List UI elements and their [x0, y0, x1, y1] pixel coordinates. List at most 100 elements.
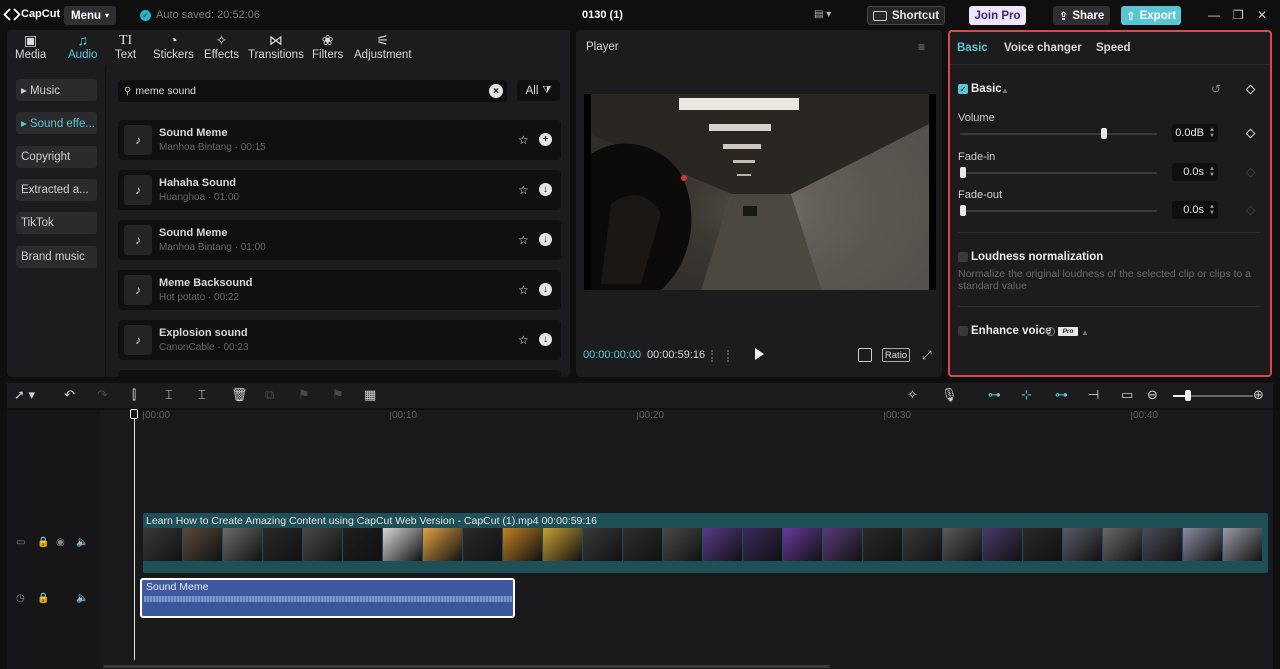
share-button[interactable]: ⇪ Share [1053, 6, 1110, 25]
playhead-handle[interactable] [130, 409, 138, 419]
star-icon[interactable]: ☆ [518, 333, 529, 347]
zoom-out-icon[interactable]: ⊖ [1147, 388, 1158, 402]
snap-icon[interactable]: ⊶ [1055, 388, 1068, 402]
fit-screen-icon[interactable] [858, 348, 872, 362]
download-icon[interactable]: ↓ [539, 183, 552, 196]
microphone-icon[interactable]: 🎙 [941, 388, 958, 402]
info-icon[interactable]: i [1046, 327, 1055, 336]
clear-search-icon[interactable]: × [489, 84, 503, 98]
tab-speed[interactable]: Speed [1096, 42, 1131, 54]
project-title[interactable]: 0130 (1) [582, 9, 623, 21]
menu-button[interactable]: Menu ▾ [64, 6, 117, 25]
keyframe-icon[interactable] [1245, 128, 1256, 139]
enhance-voice-checkbox[interactable] [958, 326, 968, 336]
tab-filters[interactable]: ❀ Filters [312, 32, 343, 61]
star-icon[interactable]: ☆ [518, 183, 529, 197]
export-button[interactable]: ⇧ Export [1121, 6, 1181, 25]
speaker-icon[interactable]: 🔈 [76, 537, 88, 548]
stepper-icon[interactable]: ▲ ▼ [1209, 166, 1215, 178]
layout-icon[interactable]: ▤ ▾ [814, 9, 836, 21]
tab-transitions[interactable]: ⋈ Transitions [248, 32, 304, 61]
link-clips-icon[interactable]: ⊶ [988, 388, 1001, 402]
lock-icon[interactable]: 🔒 [37, 537, 49, 548]
list-item[interactable]: ♪ Hahaha Sound Huanghoa · 01:00 ☆ ↓ [118, 170, 561, 210]
fade-in-slider[interactable] [960, 167, 1157, 178]
chevron-up-icon[interactable]: ▲ [1001, 86, 1009, 95]
tab-basic[interactable]: Basic [957, 42, 988, 54]
magic-tool-icon[interactable]: ✧ [907, 388, 918, 402]
star-icon[interactable]: ☆ [518, 283, 529, 297]
video-preview[interactable] [584, 94, 936, 290]
grid-icon[interactable] [711, 350, 729, 362]
category-tiktok[interactable]: TikTok [16, 212, 97, 234]
list-item[interactable]: ♪ Sound Meme Manhoa Bintang · 01:00 ☆ ↓ [118, 220, 561, 260]
fade-in-value-field[interactable]: 0.0s ▲ ▼ [1172, 163, 1218, 181]
restore-icon[interactable]: ❐ [1233, 8, 1244, 22]
volume-slider[interactable] [960, 128, 1157, 139]
download-icon[interactable]: ↓ [539, 333, 552, 346]
speaker-icon[interactable]: 🔈 [76, 593, 88, 604]
tab-effects[interactable]: ✧ Effects [204, 32, 239, 61]
fade-in-slider-knob[interactable] [960, 167, 966, 178]
star-icon[interactable]: ☆ [518, 233, 529, 247]
loudness-checkbox[interactable] [958, 252, 968, 262]
minimize-icon[interactable]: — [1208, 8, 1220, 22]
volume-value-field[interactable]: 0.0dB ▲ ▼ [1172, 124, 1218, 142]
zoom-slider[interactable] [1173, 390, 1253, 401]
zoom-slider-knob[interactable] [1185, 390, 1191, 401]
chevron-up-icon[interactable]: ▲ [1081, 328, 1089, 337]
split-left-icon[interactable]: ⌶ [165, 388, 173, 402]
stepper-icon[interactable]: ▲ ▼ [1209, 204, 1215, 216]
tab-media[interactable]: ▣ Media [15, 32, 46, 61]
split-icon[interactable]: ⫿ [132, 388, 136, 402]
list-item[interactable]: ♪ Meme Backsound Hot potato · 00:22 ☆ ↓ [118, 270, 561, 310]
tab-text[interactable]: TI Text [115, 32, 136, 61]
close-icon[interactable]: ✕ [1257, 8, 1267, 22]
star-icon[interactable]: ☆ [518, 133, 529, 147]
fade-out-value-field[interactable]: 0.0s ▲ ▼ [1172, 201, 1218, 219]
tab-voice-changer[interactable]: Voice changer [1004, 42, 1082, 54]
download-icon[interactable]: ↓ [539, 283, 552, 296]
shortcut-button[interactable]: Shortcut [867, 6, 945, 25]
playhead[interactable] [134, 410, 135, 660]
tab-stickers[interactable]: ◔ Stickers [153, 32, 194, 61]
reset-icon[interactable]: ↺ [1211, 82, 1221, 96]
magnet-icon[interactable]: ⊹ [1021, 388, 1032, 402]
list-item[interactable]: ♪ Explosion sound CanonCable · 00:23 ☆ ↓ [118, 320, 561, 360]
download-icon[interactable]: ↓ [539, 233, 552, 246]
filter-button[interactable]: All ⧩ [517, 80, 560, 101]
tab-audio[interactable]: ♫ Audio [68, 32, 97, 61]
fade-out-slider-knob[interactable] [960, 205, 966, 216]
pro-feature-icon[interactable]: ▦ [364, 388, 376, 402]
preview-axis-icon[interactable]: ▭ [1121, 388, 1133, 402]
add-icon[interactable]: + [539, 133, 552, 146]
list-item[interactable] [118, 370, 561, 377]
category-extracted-audio[interactable]: Extracted a... [16, 179, 97, 201]
undo-icon[interactable]: ↶ [64, 388, 75, 402]
horizontal-scrollbar[interactable] [103, 665, 830, 668]
category-brand-music[interactable]: Brand music [16, 246, 97, 268]
category-sound-effects[interactable]: ▸ Sound effe... [16, 112, 97, 134]
split-view-icon[interactable]: ⊣ [1088, 388, 1099, 402]
category-copyright[interactable]: Copyright [16, 146, 97, 168]
list-item[interactable]: ♪ Sound Meme Manhoa Bintang · 00:15 ☆ + [118, 120, 561, 160]
basic-checkbox[interactable]: ✓ [958, 84, 968, 94]
lock-icon[interactable]: 🔒 [37, 593, 49, 604]
select-cursor-icon[interactable]: ➚ ▾ [14, 388, 35, 402]
eye-icon[interactable]: ◉ [56, 537, 65, 548]
volume-slider-knob[interactable] [1101, 128, 1107, 139]
stepper-icon[interactable]: ▲ ▼ [1209, 127, 1215, 139]
tab-adjustment[interactable]: ⚟ Adjustment [354, 32, 412, 61]
play-icon[interactable] [755, 348, 764, 360]
split-right-icon[interactable]: ⌶ [198, 388, 206, 402]
audio-clip[interactable]: Sound Meme [140, 578, 515, 618]
ratio-button[interactable]: Ratio [882, 348, 910, 362]
video-clip[interactable]: Learn How to Create Amazing Content usin… [143, 513, 1268, 573]
hamburger-menu-icon[interactable]: ≡ [918, 40, 925, 54]
zoom-in-icon[interactable]: ⊕ [1253, 388, 1264, 402]
join-pro-button[interactable]: Join Pro [969, 6, 1026, 25]
fade-out-slider[interactable] [960, 205, 1157, 216]
delete-icon[interactable]: 🗑 [231, 388, 248, 402]
fullscreen-icon[interactable]: ⤢ [922, 348, 932, 363]
keyframe-icon[interactable] [1245, 84, 1256, 95]
